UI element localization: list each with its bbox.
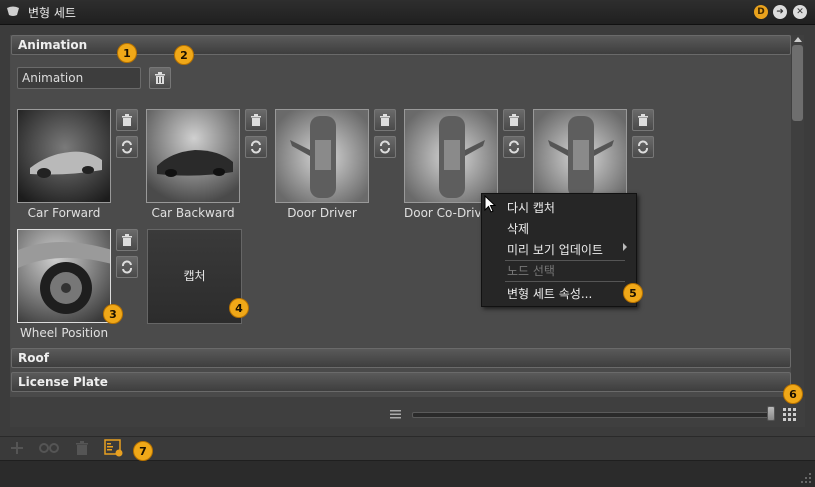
thumbnail-size-slider[interactable] [412,412,774,418]
refresh-icon [638,140,648,154]
link-icon[interactable] [38,440,60,456]
menu-item-recapture[interactable]: 다시 캡처 [507,199,555,216]
section-header-license-plate[interactable]: License Plate [11,372,791,392]
trash-icon [155,72,165,84]
callout-badge: 4 [229,298,249,318]
submenu-arrow-icon [623,243,627,251]
variant-label: Wheel Position [19,326,109,340]
scroll-up-arrow-icon[interactable] [794,37,802,42]
menu-separator [505,281,625,282]
delete-variant-button[interactable] [245,109,267,131]
list-view-icon[interactable] [390,409,401,420]
trash-icon[interactable] [74,440,90,456]
refresh-icon [251,140,261,154]
refresh-variant-button[interactable] [116,256,138,278]
doors-image [534,110,626,202]
callout-badge: 2 [174,45,194,65]
status-bar [0,460,815,487]
mouse-cursor-icon [484,195,496,213]
resize-grip-icon[interactable] [800,472,812,484]
slider-handle[interactable] [767,406,775,421]
menu-item-delete[interactable]: 삭제 [507,220,529,237]
trash-icon [509,114,519,126]
delete-variant-button[interactable] [116,229,138,251]
variant-label: Car Forward [27,206,101,220]
delete-variant-button[interactable] [503,109,525,131]
variant-thumbnail-doors[interactable] [533,109,627,203]
refresh-variant-button[interactable] [632,136,654,158]
arrow-right-icon[interactable]: ➜ [773,5,787,19]
menu-item-variant-set-properties[interactable]: 변형 세트 속성... [507,285,592,302]
callout-badge: 7 [133,441,153,461]
callout-badge: 1 [117,43,137,63]
variant-label: Door Co-Driv [404,206,480,220]
variant-thumbnail-car-forward[interactable] [17,109,111,203]
trash-icon [122,114,132,126]
variant-thumbnail-door-co-driver[interactable] [404,109,498,203]
callout-badge: 3 [103,304,123,324]
door-driver-image [276,110,368,202]
variant-set-settings-icon[interactable] [104,438,124,458]
window-title: 변형 세트 [28,6,76,20]
variant-thumbnail-door-driver[interactable] [275,109,369,203]
refresh-icon [122,260,132,274]
refresh-variant-button[interactable] [374,136,396,158]
close-icon[interactable]: ✕ [793,5,807,19]
refresh-variant-button[interactable] [116,136,138,158]
refresh-icon [509,140,519,154]
variant-label: Door Driver [287,206,357,220]
title-bar: 변형 세트 D ➜ ✕ [0,0,815,25]
add-icon[interactable] [9,440,25,456]
delete-variant-button[interactable] [116,109,138,131]
car-backward-image [147,110,239,202]
callout-badge: 6 [783,384,803,404]
trash-icon [251,114,261,126]
door-co-driver-image [405,110,497,202]
refresh-variant-button[interactable] [245,136,267,158]
refresh-icon [380,140,390,154]
menu-item-update-preview[interactable]: 미리 보기 업데이트 [507,241,603,258]
trash-icon [638,114,648,126]
animation-section-body [11,57,791,347]
delete-variant-button[interactable] [632,109,654,131]
refresh-variant-button[interactable] [503,136,525,158]
trash-icon [380,114,390,126]
menu-separator [505,260,625,261]
delete-variant-button[interactable] [374,109,396,131]
variant-thumbnail-car-backward[interactable] [146,109,240,203]
variant-thumbnail-wheel-position[interactable] [17,229,111,323]
wheel-position-image [18,230,110,322]
callout-badge: 5 [623,283,643,303]
menu-item-select-node: 노드 선택 [507,264,555,278]
variant-set-name-input[interactable]: Animation [17,67,141,89]
variant-label: Car Backward [151,206,235,220]
grid-view-icon[interactable] [783,408,796,421]
app-icon [7,6,19,16]
d-button[interactable]: D [754,5,768,19]
refresh-icon [122,140,132,154]
context-menu: 다시 캡처 삭제 미리 보기 업데이트 노드 선택 변형 세트 속성... [481,193,637,307]
section-header-roof[interactable]: Roof [11,348,791,368]
capture-button[interactable]: 캡처 [147,229,242,324]
scrollbar-thumb[interactable] [792,45,803,121]
car-forward-image [18,110,110,202]
delete-set-button[interactable] [149,67,171,89]
trash-icon [122,234,132,246]
